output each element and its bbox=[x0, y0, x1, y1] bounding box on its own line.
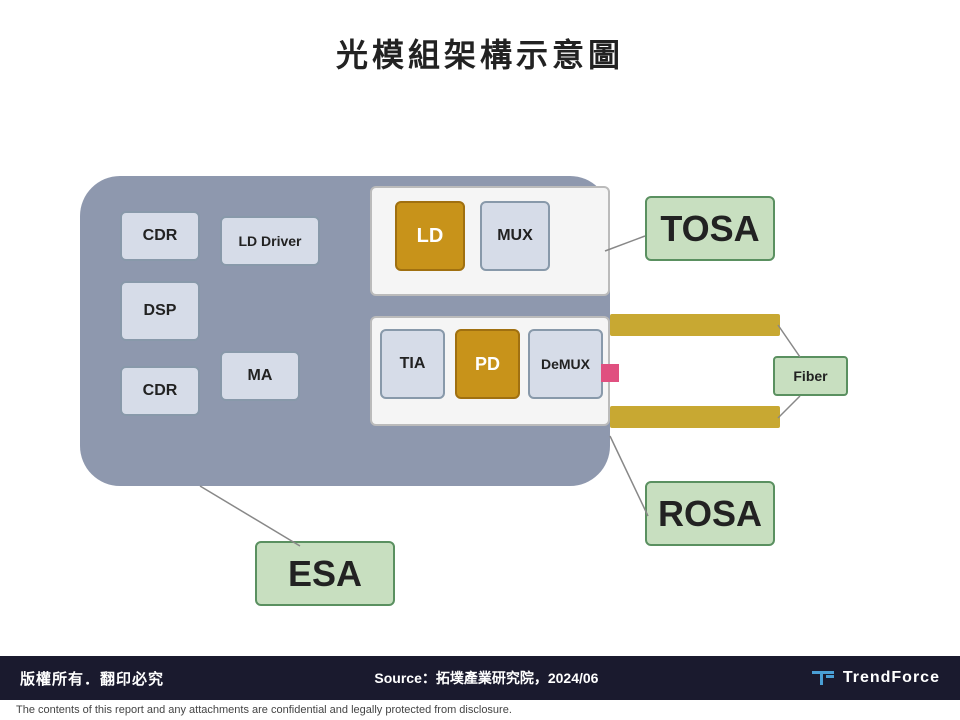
trendforce-logo-icon bbox=[809, 667, 837, 689]
fiber-bar-top bbox=[610, 314, 780, 336]
mux-box: MUX bbox=[480, 201, 550, 271]
footer: 版權所有．翻印必究 Source：拓墣產業研究院，2024/06 TrendFo… bbox=[0, 656, 960, 720]
esa-label: ESA bbox=[255, 541, 395, 606]
demux-box: DeMUX bbox=[528, 329, 603, 399]
cdr-top-box: CDR bbox=[120, 211, 200, 261]
rosa-label: ROSA bbox=[645, 481, 775, 546]
tia-box: TIA bbox=[380, 329, 445, 399]
diagram-area: 拓墣產業研究院 CDR DSP CDR LD Driver MA LD MUX … bbox=[0, 86, 960, 646]
pd-box: PD bbox=[455, 329, 520, 399]
ld-box: LD bbox=[395, 201, 465, 271]
cdr-bot-box: CDR bbox=[120, 366, 200, 416]
copyright-text: 版權所有．翻印必究 bbox=[20, 668, 164, 689]
ma-box: MA bbox=[220, 351, 300, 401]
tosa-label: TOSA bbox=[645, 196, 775, 261]
source-text: Source：拓墣產業研究院，2024/06 bbox=[374, 668, 598, 688]
fiber-bar-bottom bbox=[610, 406, 780, 428]
page-title: 光模組架構示意圖 bbox=[0, 0, 960, 76]
dsp-box: DSP bbox=[120, 281, 200, 341]
ld-driver-box: LD Driver bbox=[220, 216, 320, 266]
fiber-label: Fiber bbox=[773, 356, 848, 396]
trendforce-logo: TrendForce bbox=[809, 667, 940, 689]
footer-bar: 版權所有．翻印必究 Source：拓墣產業研究院，2024/06 TrendFo… bbox=[0, 656, 960, 700]
trendforce-name: TrendForce bbox=[843, 669, 940, 687]
source-label: Source bbox=[374, 670, 421, 686]
disclaimer-text: The contents of this report and any atta… bbox=[0, 700, 960, 720]
source-detail: ：拓墣產業研究院，2024/06 bbox=[422, 670, 599, 686]
pink-indicator bbox=[601, 364, 619, 382]
